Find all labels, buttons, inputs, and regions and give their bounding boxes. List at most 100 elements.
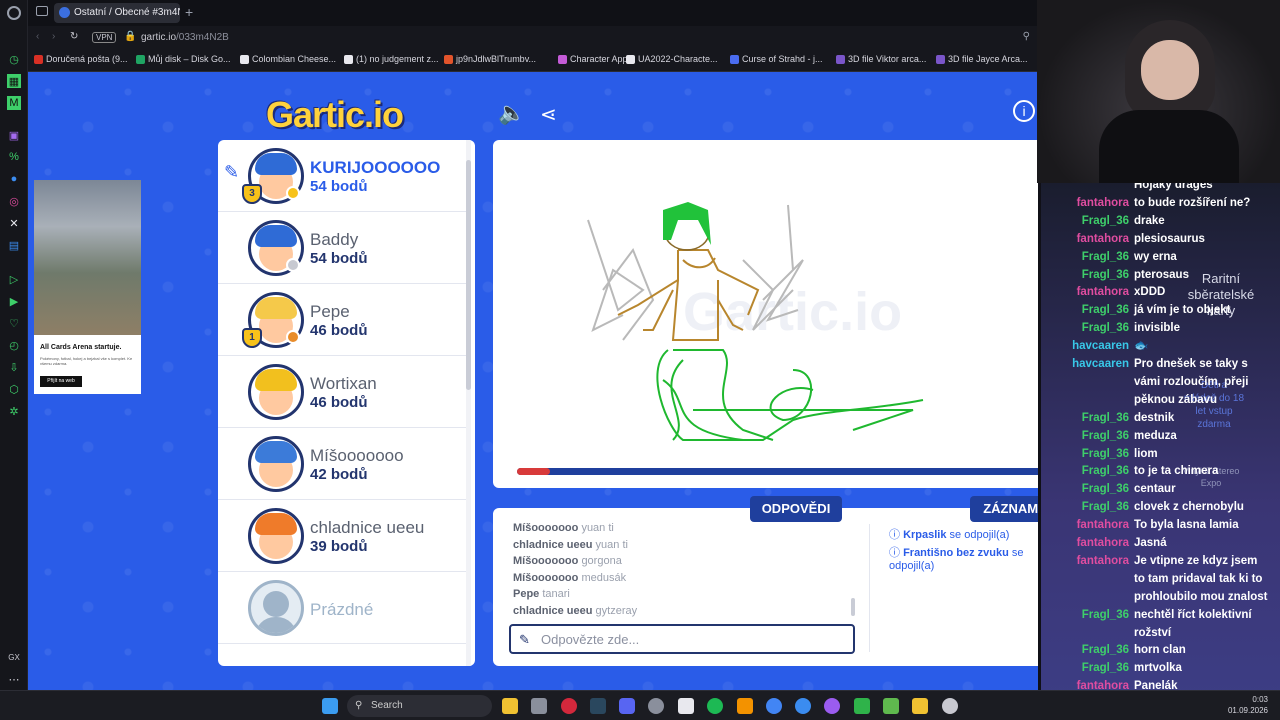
- player-row: Prázdné: [218, 572, 468, 644]
- stream-message: havcaaren Pro dnešek se taky s: [1041, 356, 1248, 373]
- player-avatar: [248, 508, 304, 564]
- answer-input[interactable]: ✎ Odpovězte zde...: [509, 624, 855, 654]
- bookmark-item[interactable]: Colombian Cheese...: [240, 54, 336, 64]
- pin-icon[interactable]: ⚲: [1023, 31, 1030, 42]
- bookmark-item[interactable]: UA2022-Characte...: [626, 54, 718, 64]
- player-row: Wortixan 46 bodů: [218, 356, 468, 428]
- discord-icon[interactable]: [619, 698, 635, 714]
- bookmark-item[interactable]: 3D file Viktor arca...: [836, 54, 926, 64]
- forward-icon[interactable]: ›: [52, 31, 55, 42]
- minecraft-icon[interactable]: [883, 698, 899, 714]
- more-icon[interactable]: ⋯: [7, 672, 21, 686]
- chat-text: wy erna: [1134, 250, 1177, 263]
- tab-answers[interactable]: ODPOVĚDI: [750, 496, 842, 522]
- stream-message: Fragl_36 liom: [1041, 446, 1158, 463]
- drawing-canvas[interactable]: Gartic.io: [493, 140, 1038, 488]
- messenger-taskbar-icon[interactable]: [824, 698, 840, 714]
- speed-dial-icon[interactable]: ◷: [7, 52, 21, 66]
- url-field[interactable]: gartic.io/033m4N2B: [141, 32, 229, 43]
- taskbar-search[interactable]: ⚲ Search: [347, 695, 492, 717]
- x-icon[interactable]: ✕: [7, 216, 21, 230]
- app-icon[interactable]: [795, 698, 811, 714]
- bookmark-item[interactable]: Curse of Strahd - j...: [730, 54, 823, 64]
- sound-icon[interactable]: 🔈: [498, 100, 525, 126]
- reload-icon[interactable]: ↻: [70, 31, 78, 42]
- bookmark-item[interactable]: 3D file Jayce Arca...: [936, 54, 1028, 64]
- bookmark-item[interactable]: jp9nJdlwBlTrumbv...: [444, 54, 536, 64]
- answers-scrollbar[interactable]: [851, 598, 855, 616]
- player-avatar: [248, 364, 304, 420]
- extensions-icon[interactable]: ⬡: [7, 382, 21, 396]
- stream-message: Fragl_36 já vím je to objekt: [1041, 302, 1231, 319]
- stream-message: Fragl_36 destnik: [1041, 410, 1175, 427]
- tab-gartic[interactable]: Ostatní / Obecné #3m4N2B: [54, 3, 180, 23]
- pencil-icon: ✎: [519, 632, 530, 647]
- ad-button[interactable]: Přijít na web: [40, 376, 82, 387]
- opera-gx-icon[interactable]: [561, 698, 577, 714]
- twitch-icon[interactable]: ▣: [7, 128, 21, 142]
- trophy-icon: 1: [242, 328, 262, 348]
- adobe-icon[interactable]: [678, 698, 694, 714]
- status-dot: [286, 330, 300, 344]
- spotify-icon[interactable]: [707, 698, 723, 714]
- play-icon[interactable]: ▶: [7, 294, 21, 308]
- avatar-hair: [255, 297, 297, 319]
- obs-icon[interactable]: [648, 698, 664, 714]
- bookmark-favicon-icon: [936, 55, 945, 64]
- player-list-scrollbar[interactable]: [466, 140, 471, 666]
- settings-gear-icon[interactable]: ✲: [7, 404, 21, 418]
- opera-gx-logo-icon[interactable]: [7, 6, 21, 20]
- chat-username: fantahora: [1076, 196, 1129, 209]
- bookmark-favicon-icon: [34, 55, 43, 64]
- answer-line: Míšooooooo gorgona: [513, 555, 622, 567]
- instagram-icon[interactable]: ◎: [7, 194, 21, 208]
- history-icon[interactable]: ◴: [7, 338, 21, 352]
- status-dot: [286, 186, 300, 200]
- system-app-icon[interactable]: [942, 698, 958, 714]
- chat-text: To byla lasna lamia: [1134, 519, 1239, 532]
- new-tab-icon[interactable]: +: [185, 4, 193, 20]
- stream-message: Fragl_36 wy erna: [1041, 249, 1177, 266]
- percent-icon[interactable]: %: [7, 150, 21, 164]
- tab-manager-icon[interactable]: [36, 6, 48, 16]
- game-launcher-icon[interactable]: [854, 698, 870, 714]
- chrome-icon[interactable]: [766, 698, 782, 714]
- bookmark-label: 3D file Jayce Arca...: [948, 54, 1028, 64]
- vpn-badge[interactable]: VPN: [92, 32, 117, 43]
- ad-banner[interactable]: All Cards Arena startuje. Pokémony, fotb…: [34, 180, 141, 394]
- bookmark-item[interactable]: Můj disk – Disk Go...: [136, 54, 231, 64]
- record-user: Františno bez zvuku: [903, 547, 1009, 559]
- arrow-app-icon[interactable]: [912, 698, 928, 714]
- chat-username: fantahora: [1076, 286, 1129, 299]
- download-icon[interactable]: ⇩: [7, 360, 21, 374]
- save-icon[interactable]: [531, 698, 547, 714]
- clock[interactable]: 0:03 01.09.2026: [1228, 694, 1268, 716]
- steam-icon[interactable]: [590, 698, 606, 714]
- bookmark-item[interactable]: (1) no judgement z...: [344, 54, 439, 64]
- vk-icon[interactable]: ▤: [7, 238, 21, 252]
- news-icon[interactable]: M: [7, 96, 21, 110]
- info-icon[interactable]: i: [1013, 100, 1035, 122]
- avatar-hair: [255, 441, 297, 463]
- share-icon[interactable]: ⋖: [540, 102, 557, 127]
- overlay-line: sběratelské: [1187, 287, 1255, 302]
- back-icon[interactable]: ‹: [36, 31, 39, 42]
- game-icon[interactable]: ▦: [7, 74, 21, 88]
- bookmark-label: UA2022-Characte...: [638, 54, 718, 64]
- player-icon[interactable]: ▷: [7, 272, 21, 286]
- stream-message: pěknou zábavu: [1041, 392, 1217, 409]
- player-points: 39 bodů: [310, 538, 368, 555]
- chat-text: to tam pridaval tak ki to: [1134, 572, 1263, 585]
- windows-start-icon[interactable]: [322, 698, 338, 714]
- vlc-icon[interactable]: [737, 698, 753, 714]
- heart-icon[interactable]: ♡: [7, 316, 21, 330]
- tab-records[interactable]: ZÁZNAMY: [970, 496, 1038, 522]
- screen: ◷ ▦ M ▣ % ● ◎ ✕ ▤ ▷ ▶ ♡ ◴ ⇩ ⬡ ✲ GX ⋯ Ost…: [0, 0, 1280, 720]
- file-explorer-icon[interactable]: [502, 698, 518, 714]
- messenger-icon[interactable]: ●: [7, 172, 21, 186]
- gartic-favicon-icon: [59, 7, 70, 18]
- bookmark-item[interactable]: Character App: [558, 54, 628, 64]
- bookmark-item[interactable]: Doručená pošta (9...: [34, 54, 128, 64]
- stream-message: Fragl_36 clovek z chernobylu: [1041, 499, 1244, 516]
- drawing-svg: Gartic.io: [587, 202, 924, 441]
